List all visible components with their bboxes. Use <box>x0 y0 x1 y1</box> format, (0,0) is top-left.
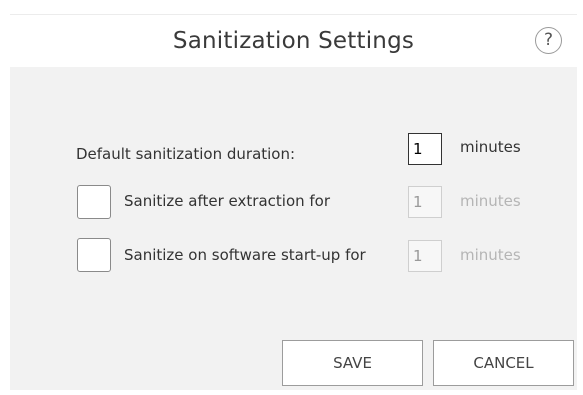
cancel-button[interactable]: CANCEL <box>433 340 574 386</box>
save-button[interactable]: SAVE <box>282 340 423 386</box>
default-duration-label: Default sanitization duration: <box>76 145 296 163</box>
sanitize-after-extraction-checkbox[interactable] <box>77 185 111 219</box>
dialog-title: Sanitization Settings <box>172 28 415 54</box>
dialog-header: Sanitization Settings ? <box>10 14 577 68</box>
after-extraction-minutes-input[interactable] <box>408 186 442 218</box>
default-duration-input[interactable] <box>408 133 442 165</box>
question-mark-icon: ? <box>543 30 554 50</box>
sanitization-settings-dialog: Sanitization Settings ? Default sanitiza… <box>0 0 583 395</box>
default-duration-unit: minutes <box>460 138 521 156</box>
on-startup-minutes-input[interactable] <box>408 240 442 272</box>
sanitize-after-extraction-label: Sanitize after extraction for <box>124 192 331 210</box>
sanitize-on-startup-checkbox[interactable] <box>77 238 111 272</box>
after-extraction-unit: minutes <box>460 192 521 210</box>
on-startup-unit: minutes <box>460 246 521 264</box>
sanitize-on-startup-label: Sanitize on software start-up for <box>124 246 366 264</box>
settings-panel: Default sanitization duration: minutes S… <box>10 67 577 390</box>
help-button[interactable]: ? <box>535 27 562 54</box>
